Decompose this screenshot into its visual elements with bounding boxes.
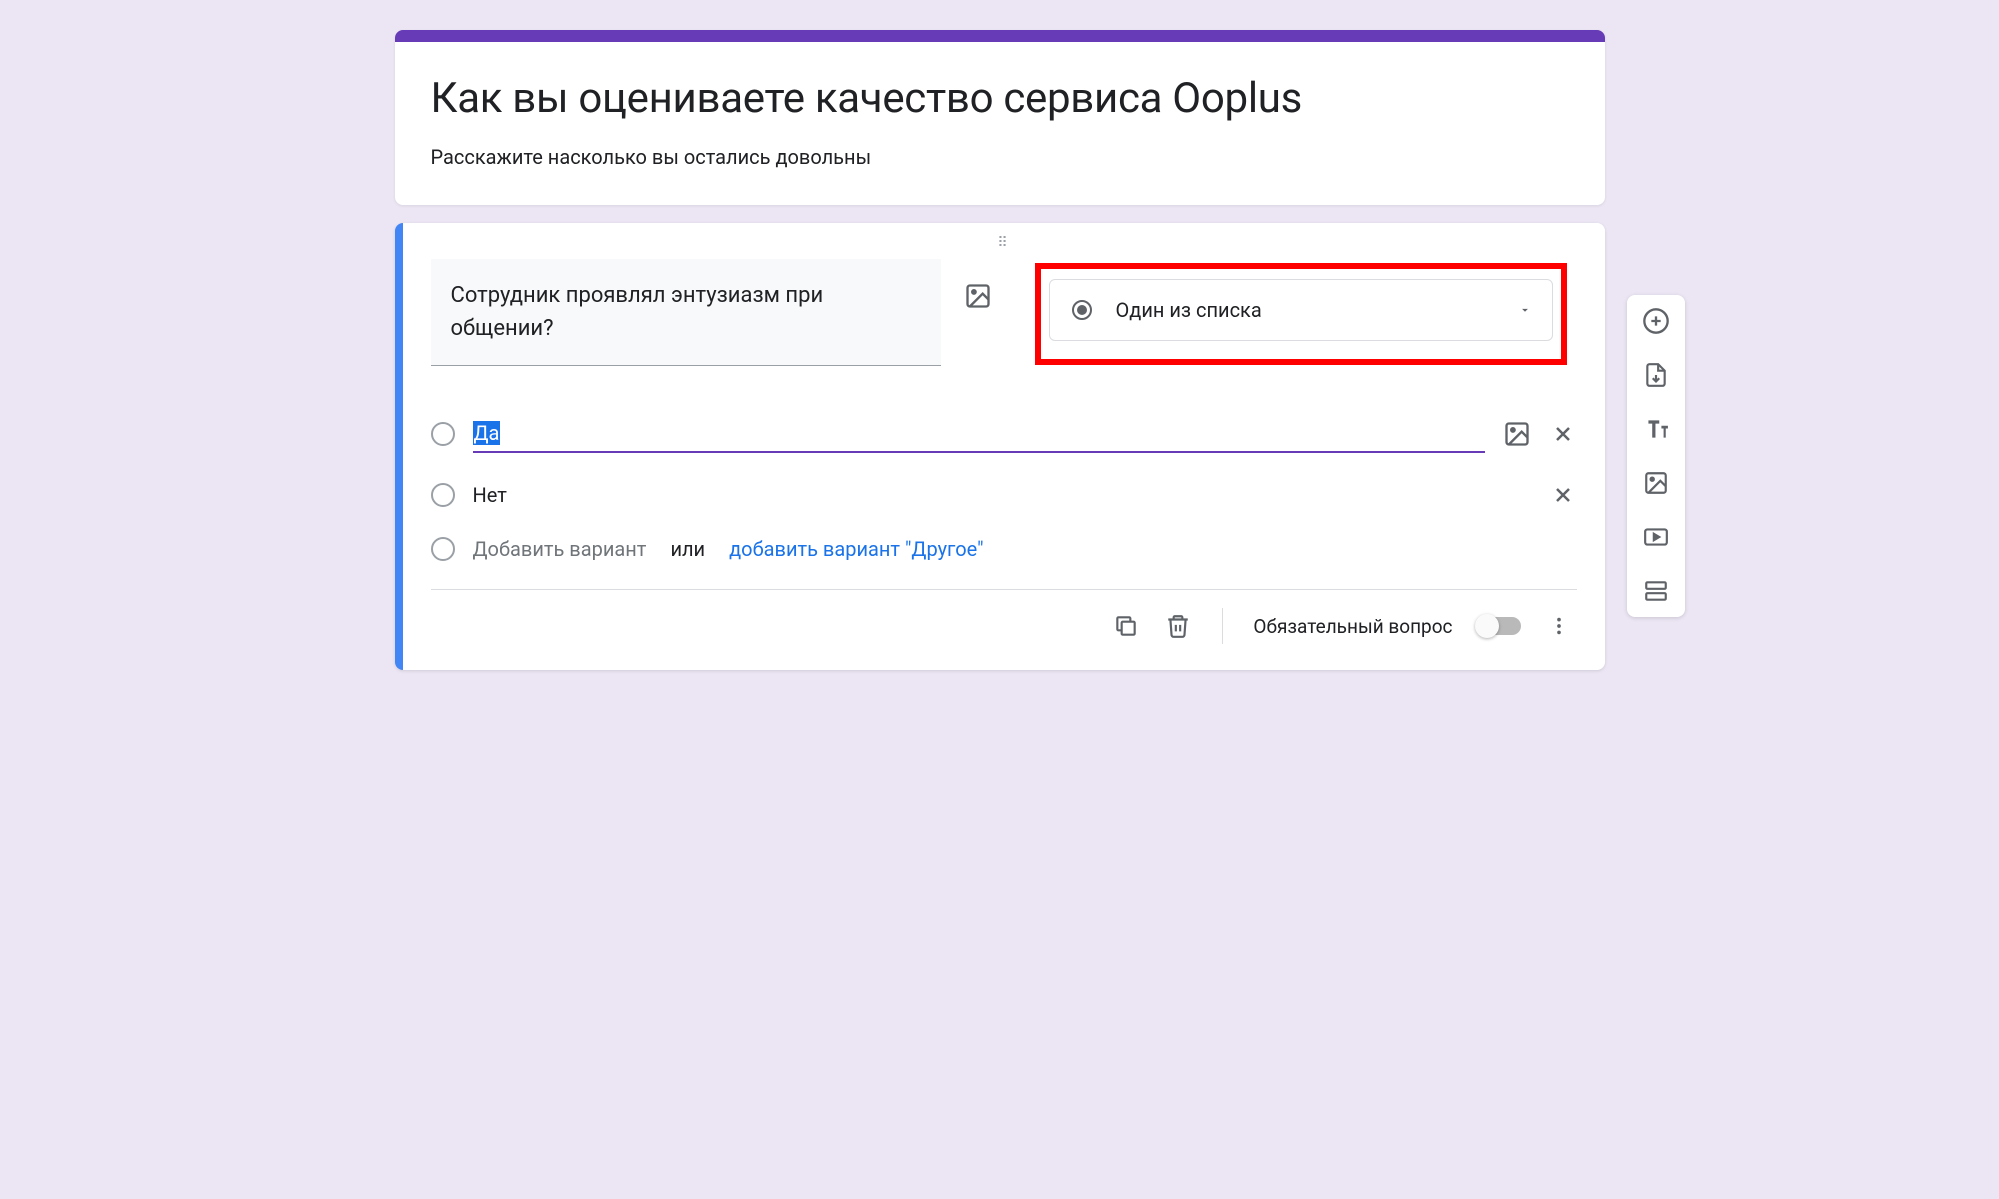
question-type-dropdown[interactable]: Один из списка bbox=[1049, 279, 1553, 341]
question-card: ⠿ Сотрудник проявлял энтузиазм при общен… bbox=[395, 223, 1605, 670]
type-selector-highlight: Один из списка bbox=[1035, 263, 1567, 365]
drag-handle-icon[interactable]: ⠿ bbox=[431, 235, 1577, 255]
add-option-row: Добавить вариант или добавить вариант "Д… bbox=[431, 525, 1577, 581]
or-text: или bbox=[670, 537, 705, 561]
add-option-image-button[interactable] bbox=[1503, 420, 1531, 448]
form-description[interactable]: Расскажите насколько вы остались довольн… bbox=[431, 145, 1569, 169]
side-toolbar bbox=[1627, 295, 1685, 617]
option-input[interactable]: Да bbox=[473, 415, 1485, 453]
remove-option-button[interactable] bbox=[1549, 420, 1577, 448]
required-label: Обязательный вопрос bbox=[1253, 615, 1452, 638]
radio-unchecked-icon bbox=[431, 483, 455, 507]
required-toggle[interactable] bbox=[1477, 617, 1521, 635]
radio-unchecked-icon bbox=[431, 422, 455, 446]
question-footer: Обязательный вопрос bbox=[431, 589, 1577, 652]
add-question-image-button[interactable] bbox=[959, 277, 997, 315]
delete-button[interactable] bbox=[1164, 612, 1192, 640]
divider bbox=[1222, 608, 1223, 644]
options-list: Да bbox=[431, 403, 1577, 589]
question-type-label: Один из списка bbox=[1116, 298, 1518, 322]
option-row: Да bbox=[431, 403, 1577, 465]
form-title[interactable]: Как вы оцениваете качество сервиса Ooplu… bbox=[431, 74, 1569, 123]
add-title-button[interactable] bbox=[1640, 413, 1672, 445]
remove-option-button[interactable] bbox=[1549, 481, 1577, 509]
option-row: Нет bbox=[431, 465, 1577, 525]
more-options-button[interactable] bbox=[1545, 612, 1573, 640]
form-header-card: Как вы оцениваете качество сервиса Ooplu… bbox=[395, 30, 1605, 205]
add-video-button[interactable] bbox=[1640, 521, 1672, 553]
chevron-down-icon bbox=[1518, 303, 1532, 317]
duplicate-button[interactable] bbox=[1112, 612, 1140, 640]
add-other-option-link[interactable]: добавить вариант "Другое" bbox=[729, 537, 983, 561]
radio-unchecked-icon bbox=[431, 537, 455, 561]
option-input[interactable]: Нет bbox=[473, 477, 1531, 513]
radio-checked-icon bbox=[1070, 298, 1094, 322]
add-section-button[interactable] bbox=[1640, 575, 1672, 607]
add-option-placeholder[interactable]: Добавить вариант bbox=[473, 537, 647, 561]
question-title-input[interactable]: Сотрудник проявлял энтузиазм при общении… bbox=[431, 259, 941, 366]
add-image-button[interactable] bbox=[1640, 467, 1672, 499]
add-question-button[interactable] bbox=[1640, 305, 1672, 337]
import-questions-button[interactable] bbox=[1640, 359, 1672, 391]
